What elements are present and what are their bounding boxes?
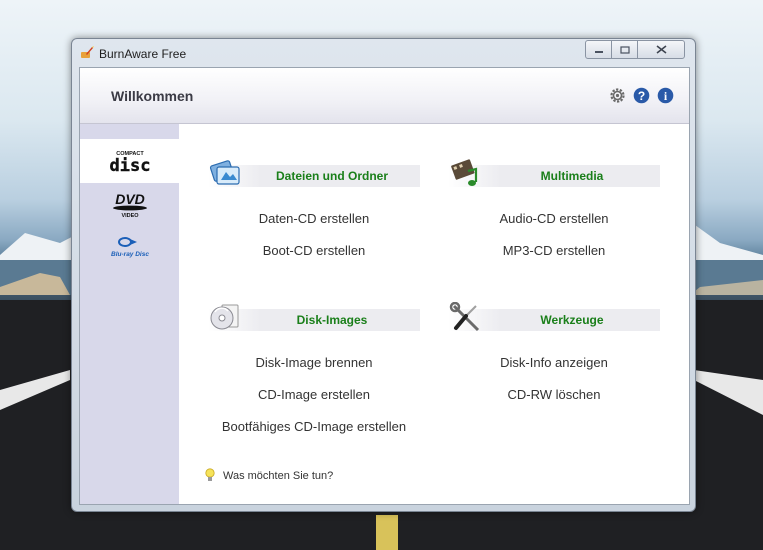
sidebar-item-cd[interactable]: COMPACT disc: [80, 139, 179, 183]
burnaware-app-icon: [81, 46, 94, 58]
window-title: BurnAware Free: [99, 47, 187, 61]
create-cd-image-link[interactable]: CD-Image erstellen: [208, 387, 420, 402]
film-music-icon: [451, 159, 478, 186]
erase-cd-rw-link[interactable]: CD-RW löschen: [448, 387, 660, 402]
wrench-screwdriver-icon: [449, 302, 480, 332]
create-boot-cd-link[interactable]: Boot-CD erstellen: [208, 243, 420, 258]
tip-text: Was möchten Sie tun?: [223, 469, 334, 482]
sidebar-bluray-label: Blu-ray Disc: [111, 251, 149, 258]
close-button[interactable]: [637, 40, 685, 59]
sidebar-item-bluray[interactable]: Blu-ray Disc: [80, 225, 179, 269]
dvd-video-icon: DVD VIDEO: [112, 191, 147, 219]
section-title: Dateien und Ordner: [275, 169, 388, 183]
lightbulb-icon: [205, 468, 215, 481]
client-area: Willkommen ? i COMPACT disc DVD VIDEO Bl…: [79, 67, 690, 505]
section-title: Disk-Images: [296, 313, 368, 327]
create-audio-cd-link[interactable]: Audio-CD erstellen: [448, 211, 660, 226]
maximize-icon: [619, 45, 630, 54]
show-disk-info-link[interactable]: Disk-Info anzeigen: [448, 355, 660, 370]
sidebar: COMPACT disc DVD VIDEO Blu-ray Disc: [80, 124, 179, 504]
header-bar: Willkommen ? i: [80, 68, 689, 124]
close-icon: [656, 45, 666, 54]
sidebar-cd-label: disc: [110, 156, 150, 174]
info-icon[interactable]: i: [657, 87, 674, 104]
sidebar-dvd-sub-label: VIDEO: [121, 213, 139, 219]
sidebar-dvd-label: DVD: [115, 191, 145, 207]
bluray-disc-icon: Blu-ray Disc: [111, 237, 149, 258]
minimize-icon: [594, 50, 603, 53]
minimize-button[interactable]: [585, 40, 612, 59]
main-content: Dateien und Ordner Daten-CD erstellen Bo…: [179, 124, 689, 504]
svg-text:?: ?: [638, 89, 645, 103]
maximize-button[interactable]: [611, 40, 638, 59]
section-title: Werkzeuge: [540, 313, 604, 327]
sidebar-item-dvd[interactable]: DVD VIDEO: [80, 183, 179, 227]
tip-line: Was möchten Sie tun?: [205, 468, 333, 483]
disc-image-icon: [210, 304, 239, 330]
title-bar[interactable]: BurnAware Free: [72, 39, 695, 66]
section-title: Multimedia: [540, 169, 604, 183]
compact-disc-icon: COMPACT disc: [110, 151, 150, 174]
gear-icon[interactable]: [609, 87, 626, 104]
burn-disk-image-link[interactable]: Disk-Image brennen: [208, 355, 420, 370]
create-bootable-cd-image-link[interactable]: Bootfähiges CD-Image erstellen: [208, 419, 420, 434]
burnaware-window: BurnAware Free Willkommen ? i COMPACT di…: [71, 38, 696, 512]
files-folders-icon: [209, 160, 240, 185]
create-data-cd-link[interactable]: Daten-CD erstellen: [208, 211, 420, 226]
page-title: Willkommen: [111, 88, 194, 104]
create-mp3-cd-link[interactable]: MP3-CD erstellen: [448, 243, 660, 258]
help-icon[interactable]: ?: [633, 87, 650, 104]
